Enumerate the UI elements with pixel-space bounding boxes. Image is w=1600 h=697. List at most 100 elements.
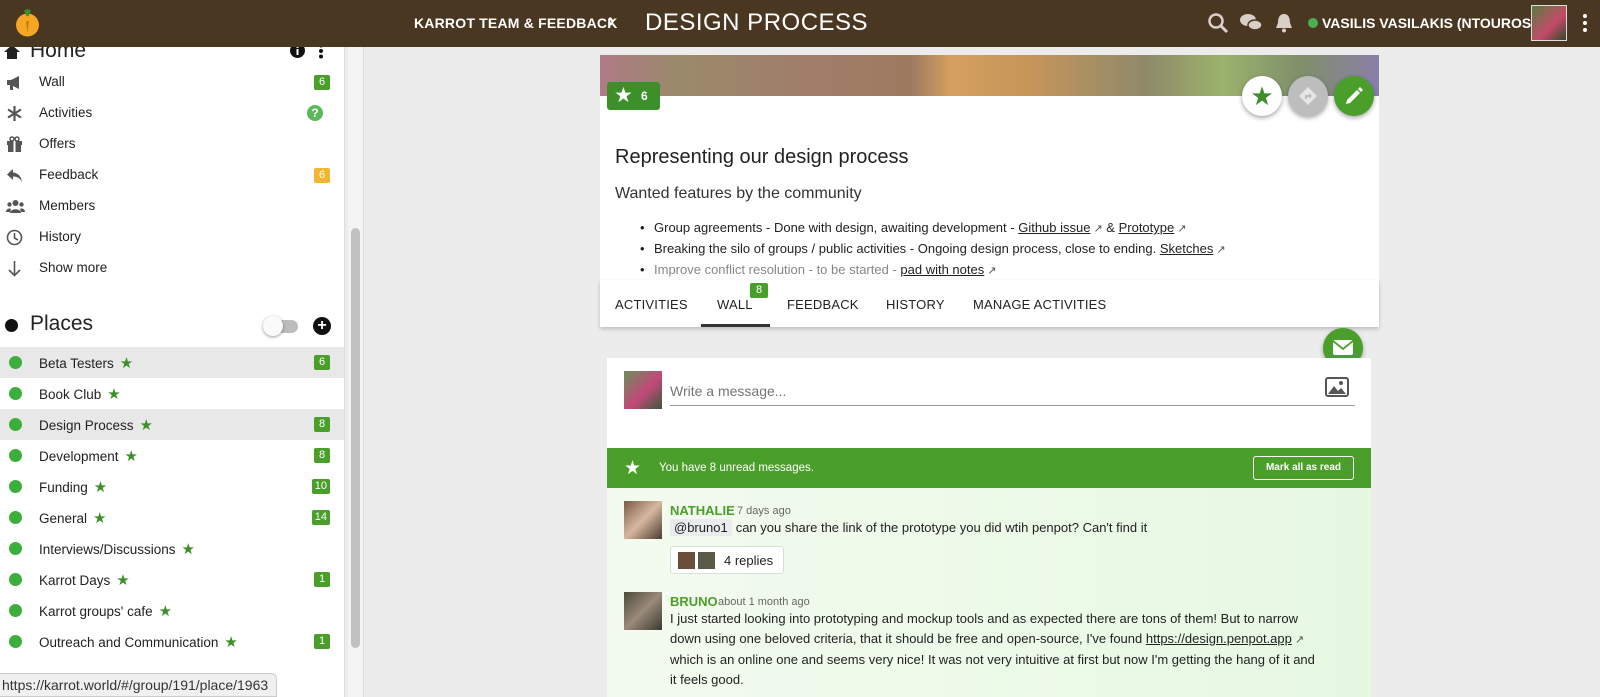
gift-icon xyxy=(7,136,22,152)
message-author[interactable]: NATHALIE xyxy=(670,503,735,518)
sketches-link[interactable]: Sketches xyxy=(1160,241,1213,256)
sidebar-item-show-more[interactable]: Show more xyxy=(0,253,344,284)
sidebar-place-outreach[interactable]: Outreach and Communication ★ 1 xyxy=(0,626,344,657)
chat-icon[interactable] xyxy=(1239,12,1263,34)
place-status-dot xyxy=(9,573,22,586)
places-dot-icon xyxy=(5,319,18,332)
toggle-knob[interactable] xyxy=(263,316,283,336)
list-item-text: Breaking the silo of groups / public act… xyxy=(654,241,1160,256)
sidebar-item-activities[interactable]: Activities ? xyxy=(0,98,344,129)
star-icon: ★ xyxy=(1250,81,1274,111)
prototype-link[interactable]: Prototype xyxy=(1119,220,1175,235)
sidebar-item-wall[interactable]: Wall 6 xyxy=(0,67,344,98)
more-vertical-icon[interactable] xyxy=(1582,12,1588,34)
sidebar-place-book-club[interactable]: Book Club ★ xyxy=(0,378,344,409)
replies-button[interactable]: 4 replies xyxy=(670,546,784,574)
message-text: @bruno1 can you share the link of the pro… xyxy=(670,518,1147,538)
star-icon: ★ xyxy=(107,386,121,403)
unread-text: You have 8 unread messages. xyxy=(659,462,814,474)
sidebar-place-general[interactable]: General ★ 14 xyxy=(0,502,344,533)
place-tabs: ACTIVITIES WALL 8 FEEDBACK HISTORY MANAG… xyxy=(600,280,1379,327)
message-author[interactable]: BRUNO xyxy=(670,594,718,609)
external-link-icon: ↗ xyxy=(1294,634,1305,646)
sidebar-item-feedback[interactable]: Feedback 6 xyxy=(0,160,344,191)
sidebar-item-history[interactable]: History xyxy=(0,222,344,253)
place-description-title: Representing our design process xyxy=(615,146,909,168)
favorite-button[interactable]: ★ xyxy=(1242,76,1282,116)
sidebar-home-header[interactable]: Home xyxy=(0,47,344,67)
place-label: Karrot Days xyxy=(39,573,111,588)
replies-count: 4 replies xyxy=(724,553,774,568)
pencil-icon xyxy=(1346,87,1363,104)
tab-wall[interactable]: WALL xyxy=(717,297,753,312)
sidebar-place-karrot-groups-cafe[interactable]: Karrot groups' cafe ★ xyxy=(0,595,344,626)
asterisk-icon xyxy=(7,106,22,121)
penpot-link[interactable]: https://design.penpot.app xyxy=(1146,631,1292,646)
directions-icon xyxy=(1299,87,1317,105)
place-label: General xyxy=(39,511,88,526)
search-icon[interactable] xyxy=(1207,12,1229,34)
external-link-icon: ↗ xyxy=(987,265,997,277)
sidebar-item-label: History xyxy=(39,229,82,244)
unread-badge: 8 xyxy=(314,417,330,432)
message-input[interactable] xyxy=(670,376,1355,406)
place-label: Funding xyxy=(39,480,88,495)
list-item-text: Improve conflict resolution - to be star… xyxy=(654,262,901,277)
bell-icon[interactable] xyxy=(1273,12,1295,34)
star-icon: ★ xyxy=(93,510,107,527)
star-icon: ★ xyxy=(224,634,238,651)
place-status-dot xyxy=(9,449,22,462)
avatar[interactable] xyxy=(624,592,662,630)
home-label: Home xyxy=(30,47,87,62)
message-time: about 1 month ago xyxy=(718,596,810,608)
mention-tag[interactable]: @bruno1 xyxy=(670,519,732,536)
place-status-dot xyxy=(9,480,22,493)
envelope-icon xyxy=(1333,340,1353,355)
sidebar-scrollbar-thumb[interactable] xyxy=(351,228,360,648)
star-icon: ★ xyxy=(624,458,642,479)
unread-badge: 8 xyxy=(314,448,330,463)
unread-badge: 6 xyxy=(314,75,330,90)
sidebar-place-karrot-days[interactable]: Karrot Days ★ 1 xyxy=(0,564,344,595)
sidebar-place-interviews[interactable]: Interviews/Discussions ★ xyxy=(0,533,344,564)
github-issue-link[interactable]: Github issue xyxy=(1018,220,1090,235)
sidebar-place-design-process[interactable]: Design Process ★ 8 xyxy=(0,409,344,440)
sidebar-item-offers[interactable]: Offers xyxy=(0,129,344,160)
unread-badge: 1 xyxy=(314,572,330,587)
help-icon[interactable]: ? xyxy=(307,105,323,121)
sidebar-place-development[interactable]: Development ★ 8 xyxy=(0,440,344,471)
place-label: Development xyxy=(39,449,119,464)
info-icon[interactable] xyxy=(290,47,305,58)
karrot-logo-icon[interactable] xyxy=(14,8,41,38)
user-name[interactable]: VASILIS VASILAKIS (NTOUROS) xyxy=(1322,15,1536,31)
image-upload-icon[interactable] xyxy=(1325,377,1349,397)
avatar[interactable] xyxy=(624,501,662,539)
tab-manage-activities[interactable]: MANAGE ACTIVITIES xyxy=(973,297,1106,312)
sidebar-place-beta-testers[interactable]: Beta Testers ★ 6 xyxy=(0,347,344,378)
star-icon: ★ xyxy=(116,572,130,589)
add-place-icon[interactable]: + xyxy=(313,317,331,335)
sidebar-item-label: Wall xyxy=(39,74,65,89)
directions-button[interactable] xyxy=(1288,76,1328,116)
sidebar-item-members[interactable]: Members xyxy=(0,191,344,222)
tab-history[interactable]: HISTORY xyxy=(886,297,945,312)
more-vertical-icon[interactable] xyxy=(318,47,324,59)
place-description-subtitle: Wanted features by the community xyxy=(615,185,862,202)
message-body: down using one beloved criteria, that it… xyxy=(670,631,1146,646)
user-avatar[interactable] xyxy=(1531,5,1567,41)
avatar xyxy=(624,371,662,409)
arrow-down-icon xyxy=(8,261,21,277)
edit-button[interactable] xyxy=(1334,76,1374,116)
star-icon: ★ xyxy=(124,448,138,465)
online-status-dot xyxy=(1308,18,1318,28)
sidebar-place-funding[interactable]: Funding ★ 10 xyxy=(0,471,344,502)
breadcrumb-group[interactable]: KARROT TEAM & FEEDBACK xyxy=(414,15,618,31)
mark-all-read-button[interactable]: Mark all as read xyxy=(1253,456,1354,480)
sidebar-item-label: Activities xyxy=(39,105,93,120)
star-count-chip[interactable]: ★ 6 xyxy=(607,82,660,110)
tab-feedback[interactable]: FEEDBACK xyxy=(787,297,859,312)
pad-notes-link[interactable]: pad with notes xyxy=(900,262,984,277)
clock-icon xyxy=(6,229,23,246)
tab-activities[interactable]: ACTIVITIES xyxy=(615,297,688,312)
list-item-text: Group agreements - Done with design, awa… xyxy=(654,220,1019,235)
